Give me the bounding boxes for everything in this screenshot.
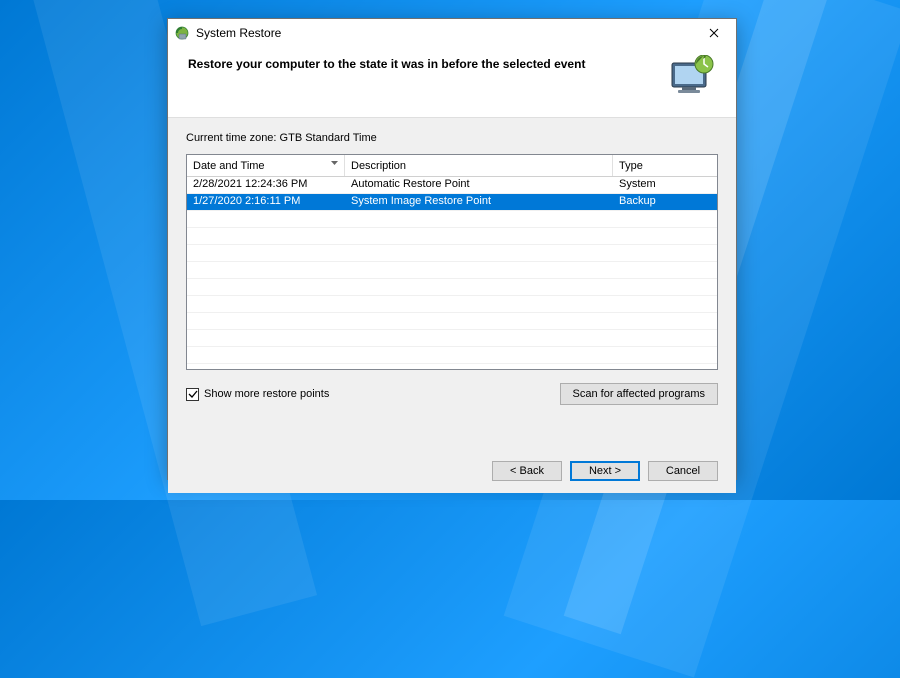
wizard-heading: Restore your computer to the state it wa… [188,55,658,71]
empty-row [187,228,717,245]
empty-row [187,262,717,279]
restore-points-list[interactable]: Date and Time Description Type 2/28/2021… [186,154,718,370]
back-button[interactable]: < Back [492,461,562,481]
system-restore-dialog: System Restore Restore your computer to … [167,18,737,480]
restore-point-row[interactable]: 2/28/2021 12:24:36 PMAutomatic Restore P… [187,177,717,194]
cancel-button[interactable]: Cancel [648,461,718,481]
restore-point-row[interactable]: 1/27/2020 2:16:11 PMSystem Image Restore… [187,194,717,211]
cell-date: 2/28/2021 12:24:36 PM [187,177,345,193]
scan-affected-button[interactable]: Scan for affected programs [560,383,718,405]
cell-description: Automatic Restore Point [345,177,613,193]
timezone-label: Current time zone: GTB Standard Time [186,132,718,144]
wizard-content: Current time zone: GTB Standard Time Dat… [168,118,736,449]
window-title: System Restore [196,26,698,40]
cell-description: System Image Restore Point [345,194,613,210]
empty-row [187,296,717,313]
titlebar[interactable]: System Restore [168,19,736,47]
next-button[interactable]: Next > [570,461,640,481]
options-row: Show more restore points Scan for affect… [186,383,718,405]
sort-descending-icon [331,161,338,165]
column-label: Date and Time [193,160,265,172]
checkmark-icon [188,389,198,399]
empty-row [187,347,717,364]
restore-monitor-icon [668,55,716,97]
empty-row [187,245,717,262]
close-icon [709,28,719,38]
column-description[interactable]: Description [345,155,613,176]
show-more-checkbox-wrap[interactable]: Show more restore points [186,388,329,401]
cell-type: System [613,177,713,193]
column-date-time[interactable]: Date and Time [187,155,345,176]
wizard-header: Restore your computer to the state it wa… [168,47,736,118]
column-type[interactable]: Type [613,155,713,176]
column-label: Description [351,160,406,172]
close-button[interactable] [698,23,730,43]
show-more-checkbox[interactable] [186,388,199,401]
cell-date: 1/27/2020 2:16:11 PM [187,194,345,210]
column-label: Type [619,160,643,172]
cell-type: Backup [613,194,713,210]
wizard-footer: < Back Next > Cancel [168,449,736,493]
empty-row [187,211,717,228]
empty-row [187,313,717,330]
list-header: Date and Time Description Type [187,155,717,177]
list-body: 2/28/2021 12:24:36 PMAutomatic Restore P… [187,177,717,369]
show-more-label: Show more restore points [204,388,329,400]
empty-row [187,330,717,347]
system-restore-icon [174,25,190,41]
empty-row [187,279,717,296]
